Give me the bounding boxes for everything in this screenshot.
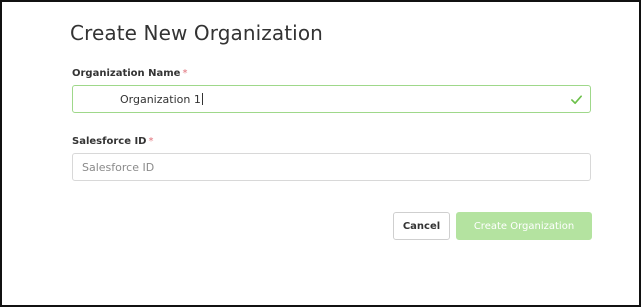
- organization-name-label-text: Organization Name: [72, 68, 181, 79]
- create-organization-dialog: Create New Organization Organization Nam…: [0, 0, 641, 307]
- salesforce-id-label: Salesforce ID *: [72, 136, 153, 147]
- organization-name-label: Organization Name *: [72, 68, 187, 79]
- salesforce-id-label-text: Salesforce ID: [72, 136, 147, 147]
- required-marker: *: [148, 136, 154, 147]
- salesforce-id-field[interactable]: Salesforce ID: [72, 153, 591, 181]
- check-icon: [571, 95, 582, 105]
- salesforce-id-placeholder: Salesforce ID: [82, 161, 155, 174]
- organization-name-value: Organization 1: [120, 93, 203, 106]
- dialog-title: Create New Organization: [70, 21, 323, 45]
- organization-name-field[interactable]: Organization 1: [72, 85, 591, 113]
- required-marker: *: [182, 68, 188, 79]
- cancel-button[interactable]: Cancel: [393, 212, 450, 240]
- organization-name-text: Organization 1: [120, 93, 201, 106]
- text-caret: [201, 93, 203, 105]
- create-organization-button[interactable]: Create Organization: [456, 212, 592, 240]
